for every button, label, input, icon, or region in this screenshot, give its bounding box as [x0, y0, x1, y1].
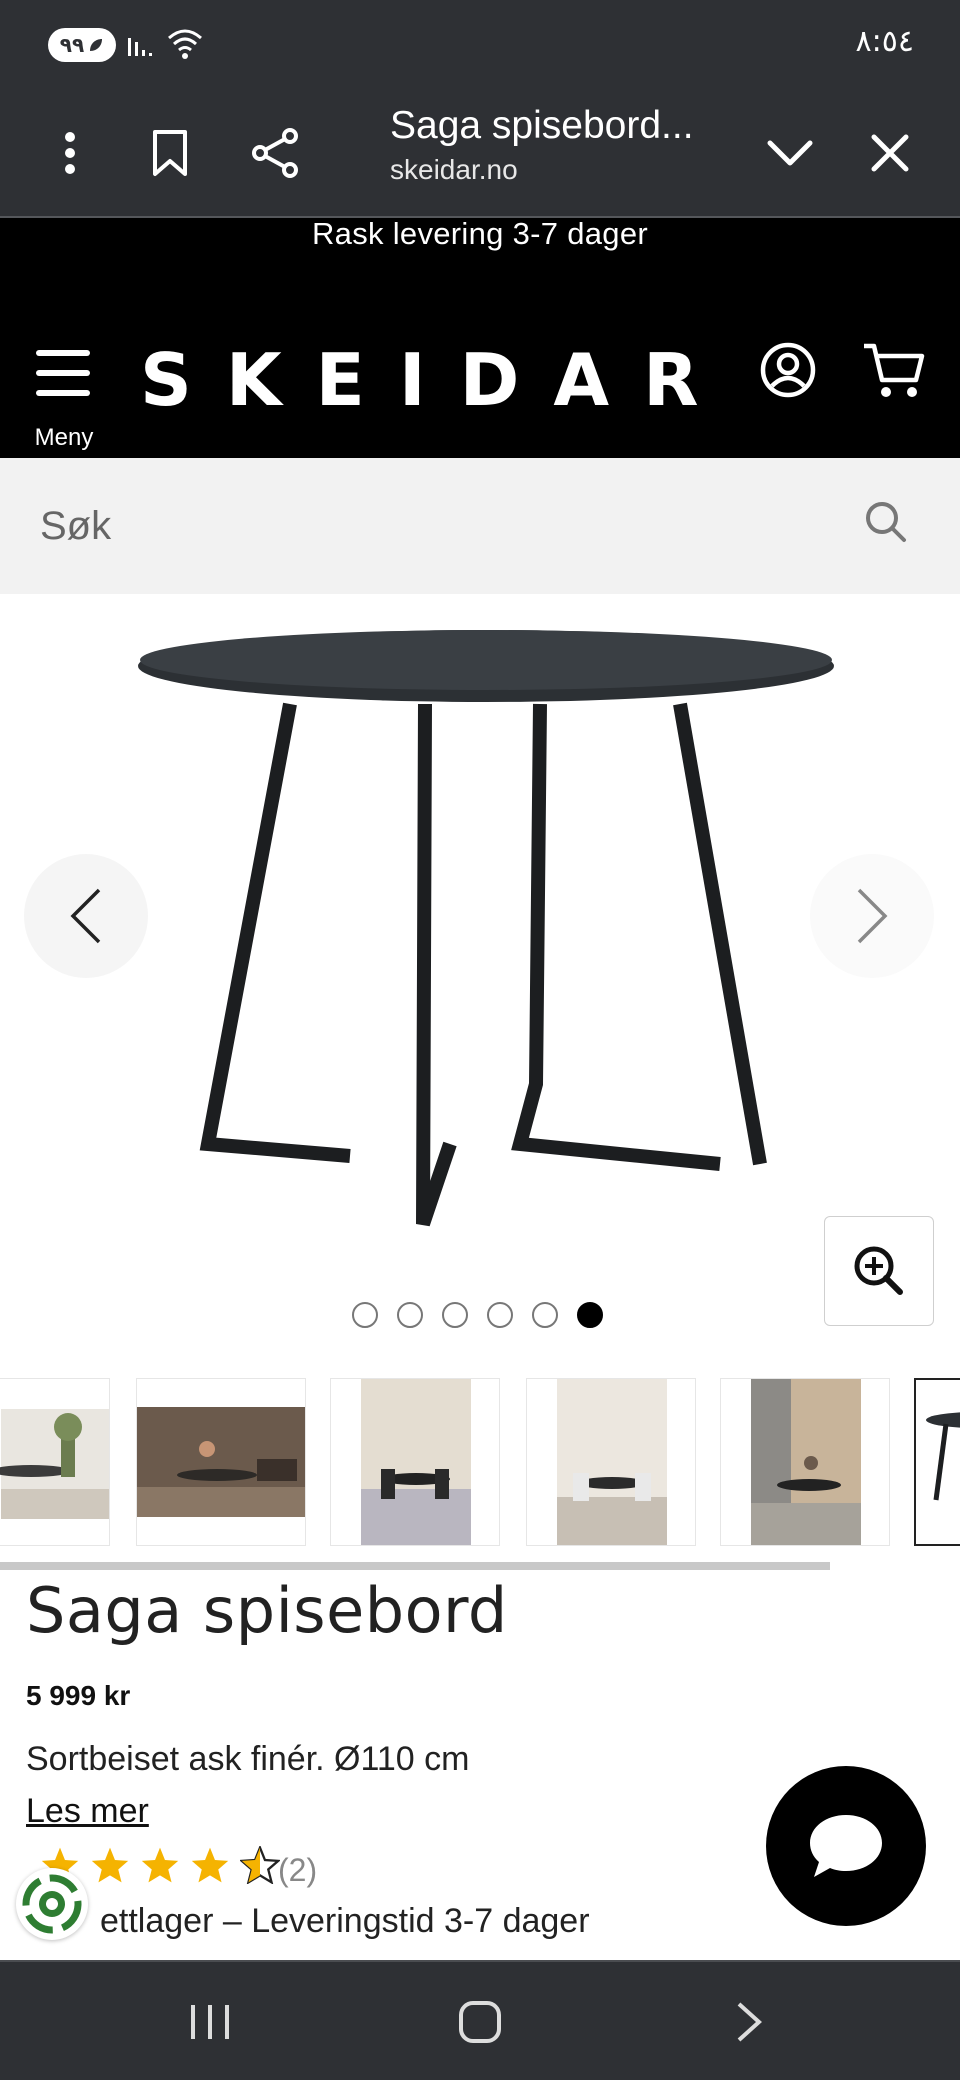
- thumbnail[interactable]: [526, 1378, 696, 1546]
- product-gallery: [0, 594, 960, 1374]
- search-input[interactable]: [40, 486, 840, 566]
- system-navigation-bar: [0, 1960, 960, 2080]
- stock-status: ettlager – Leveringstid 3-7 dager: [100, 1902, 590, 1940]
- wifi-icon: [168, 29, 202, 59]
- signal-icon: [128, 38, 152, 56]
- star-icon: [191, 1847, 229, 1883]
- delivery-badge[interactable]: [16, 1868, 88, 1940]
- bookmark-icon: [153, 130, 187, 176]
- clock: ٨:٥٤: [855, 24, 914, 59]
- status-bar: ٩٩ ٨:٥٤: [0, 0, 960, 88]
- more-options-button[interactable]: [40, 88, 100, 218]
- chevron-left-icon: [70, 888, 101, 944]
- menu-button[interactable]: Meny: [28, 340, 98, 451]
- chat-bubble-icon: [810, 1815, 882, 1877]
- thumbnail-scrollbar[interactable]: [0, 1562, 830, 1570]
- site-header: Meny SKEIDAR: [0, 318, 960, 458]
- menu-label: Meny: [34, 424, 94, 451]
- promo-text: Rask levering 3-7 dager: [311, 216, 649, 251]
- gallery-dot[interactable]: [397, 1302, 423, 1328]
- more-vert-icon: [65, 132, 75, 174]
- share-button[interactable]: [240, 88, 310, 218]
- product-price: 5 999 kr: [26, 1680, 131, 1711]
- gallery-dot[interactable]: [352, 1302, 378, 1328]
- gallery-dot[interactable]: [532, 1302, 558, 1328]
- read-more-link[interactable]: Les mer: [26, 1792, 149, 1831]
- chevron-right-icon: [737, 2002, 762, 2042]
- battery-indicator: ٩٩: [48, 28, 116, 62]
- search-icon[interactable]: [864, 500, 908, 544]
- close-button[interactable]: [860, 88, 920, 218]
- tab-title[interactable]: Saga spisebord...: [390, 104, 694, 148]
- browser-toolbar: Saga spisebord... skeidar.no: [0, 88, 960, 218]
- star-icon: [91, 1847, 129, 1883]
- chevron-down-icon: [767, 140, 813, 166]
- half-star-icon: [240, 1846, 280, 1884]
- bookmark-button[interactable]: [140, 88, 200, 218]
- promo-banner: Rask levering 3-7 dager: [0, 218, 960, 318]
- tab-url[interactable]: skeidar.no: [390, 154, 518, 186]
- thumbnail-active[interactable]: [914, 1378, 960, 1546]
- product-title: Saga spisebord: [26, 1574, 508, 1647]
- chevron-right-icon: [857, 888, 888, 944]
- thumbnail[interactable]: [330, 1378, 500, 1546]
- share-icon: [252, 128, 298, 178]
- search-bar: [0, 458, 960, 594]
- recycle-badge-icon: [22, 1874, 82, 1934]
- gallery-pagination: [352, 1302, 603, 1328]
- zoom-button[interactable]: [824, 1216, 934, 1326]
- gallery-next-button[interactable]: [810, 854, 934, 978]
- leaf-icon: [90, 39, 103, 51]
- skeidar-logo[interactable]: SKEIDAR: [140, 338, 733, 422]
- home-icon: [459, 2001, 501, 2043]
- close-icon: [871, 134, 909, 172]
- thumbnail[interactable]: [0, 1378, 110, 1546]
- hamburger-icon: [36, 350, 90, 396]
- product-image[interactable]: [120, 624, 840, 1244]
- review-count[interactable]: (2): [278, 1852, 317, 1889]
- account-icon[interactable]: [760, 342, 816, 398]
- minimize-button[interactable]: [760, 88, 820, 218]
- gallery-prev-button[interactable]: [24, 854, 148, 978]
- recent-apps-button[interactable]: [150, 1962, 270, 2080]
- battery-level: ٩٩: [59, 33, 85, 57]
- cart-icon[interactable]: [862, 340, 926, 400]
- star-icon: [141, 1847, 179, 1883]
- recent-apps-icon: [191, 2005, 229, 2039]
- thumbnail[interactable]: [720, 1378, 890, 1546]
- gallery-dot[interactable]: [442, 1302, 468, 1328]
- product-description: Sortbeiset ask finér. Ø110 cm: [26, 1740, 470, 1778]
- chat-button[interactable]: [766, 1766, 926, 1926]
- thumbnail[interactable]: [136, 1378, 306, 1546]
- home-button[interactable]: [420, 1962, 540, 2080]
- back-button[interactable]: [690, 1962, 810, 2080]
- gallery-dot[interactable]: [487, 1302, 513, 1328]
- thumbnail-strip: [0, 1376, 960, 1548]
- zoom-in-icon: [854, 1246, 903, 1295]
- gallery-dot-active[interactable]: [577, 1302, 603, 1328]
